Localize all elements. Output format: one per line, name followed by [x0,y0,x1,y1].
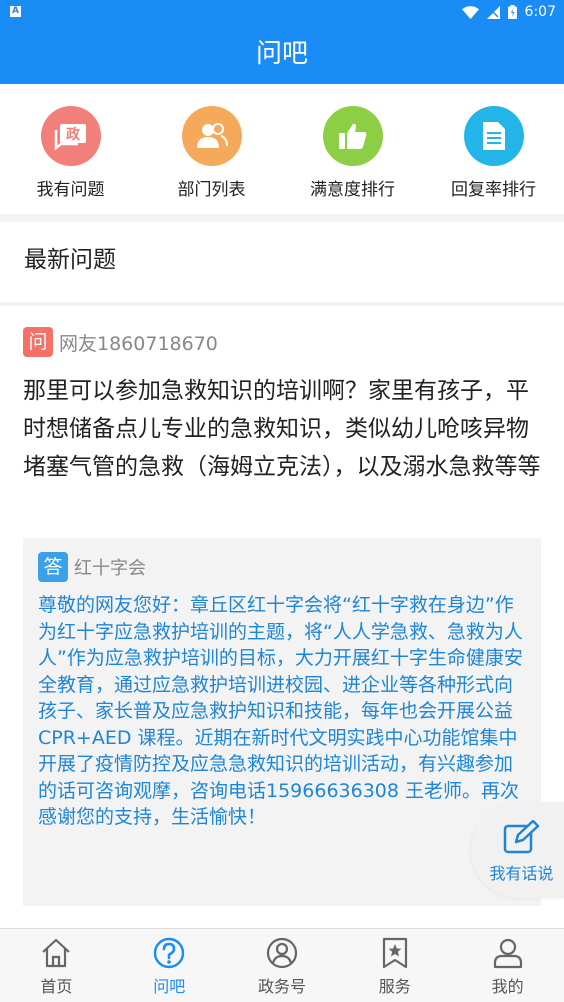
thumbs-up-icon [322,106,383,166]
tab-label: 我的 [491,977,524,996]
edit-icon [503,820,539,854]
answerer-row: 答 红十字会 [38,552,146,582]
tab-home[interactable]: 首页 [0,929,113,1002]
asker-row: 问 网友1860718670 [23,327,218,357]
asker-name: 网友1860718670 [59,332,218,355]
tab-label: 政务号 [257,977,306,996]
answer-text: 尊敬的网友您好：章丘区红十字会将“红十字救在身边”作为红十字应急救护培训的主题，… [38,594,523,828]
tab-wenba[interactable]: 问吧 [113,929,226,1002]
question-circle-icon [153,937,185,969]
status-time: 6:07 [524,4,556,20]
shortcut-label: 回复率排行 [451,180,536,200]
shortcut-reply-rate-rank[interactable]: 回复率排行 [423,106,564,200]
section-header: 最新问题 [0,222,564,302]
bottom-tab-bar: 首页 问吧 政务号 服务 我的 [0,928,564,1002]
people-icon [181,106,242,166]
speak-fab-button[interactable]: 我有话说 [471,802,564,898]
page-title: 问吧 [255,39,308,69]
battery-icon [507,5,517,19]
shortcut-label: 我有问题 [36,180,105,200]
notification-a-icon: A [10,6,21,17]
tab-mine[interactable]: 我的 [451,929,564,1002]
shortcut-grid: 政 我有问题 部门列表 满意度排行 回复率排行 [0,84,564,214]
shortcut-satisfaction-rank[interactable]: 满意度排行 [282,106,423,200]
wifi-icon [461,5,479,19]
tab-label: 服务 [378,977,411,996]
user-icon [493,938,522,969]
fab-label: 我有话说 [489,864,554,883]
tab-government-account[interactable]: 政务号 [226,929,339,1002]
document-icon [463,106,524,166]
question-text: 那里可以参加急救知识的培训啊？家里有孩子，平时想储备点儿专业的急救知识，类似幼儿… [23,378,541,480]
answer-box: 答 红十字会 尊敬的网友您好：章丘区红十字会将“红十字救在身边”作为红十字应急救… [23,538,541,906]
answerer-name: 红十字会 [74,558,146,579]
question-badge: 问 [23,327,53,357]
answer-badge: 答 [38,552,68,582]
status-bar: A 6:07 [0,0,564,24]
shortcut-department-list[interactable]: 部门列表 [141,106,282,200]
shortcut-my-question[interactable]: 政 我有问题 [0,106,141,200]
shortcut-label: 部门列表 [177,180,246,200]
home-icon [42,938,71,968]
bookmark-star-icon [382,937,407,969]
shortcut-glyph: 政 [66,126,81,143]
section-title: 最新问题 [24,247,116,273]
person-badge-icon [266,937,298,969]
tab-service[interactable]: 服务 [338,929,451,1002]
app-header: 问吧 [0,24,564,84]
tab-label: 首页 [40,977,73,996]
chat-gov-icon: 政 [40,106,101,166]
tab-label: 问吧 [153,977,186,996]
shortcut-label: 满意度排行 [310,180,395,200]
signal-icon [486,5,500,19]
